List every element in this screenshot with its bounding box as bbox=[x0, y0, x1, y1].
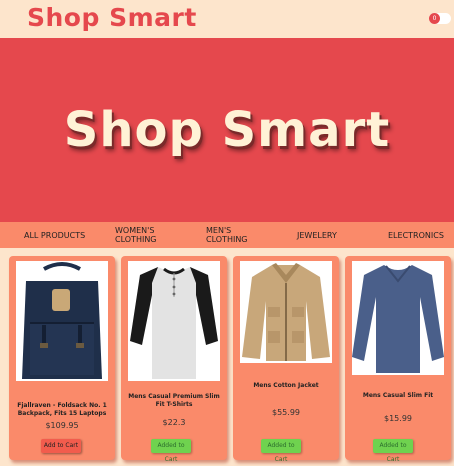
nav-electronics[interactable]: ELECTRONICS bbox=[388, 222, 444, 248]
cart-count-badge: 0 bbox=[429, 13, 440, 24]
product-title[interactable]: Mens Cotton Jacket bbox=[237, 382, 335, 390]
product-title[interactable]: Fjallraven - Foldsack No. 1 Backpack, Fi… bbox=[13, 402, 111, 418]
tshirt-image[interactable] bbox=[352, 261, 444, 375]
product-price: $55.99 bbox=[272, 408, 300, 417]
product-price: $109.95 bbox=[45, 421, 79, 430]
added-to-cart-button[interactable]: Added to Cart bbox=[261, 439, 301, 463]
product-card[interactable]: Fjallraven - Foldsack No. 1 Backpack, Fi… bbox=[9, 256, 115, 460]
nav-jewelery[interactable]: JEWELERY bbox=[297, 222, 337, 248]
raglan-shirt-image[interactable] bbox=[128, 261, 220, 381]
category-nav: ALL PRODUCTS WOMEN'S CLOTHING MEN'S CLOT… bbox=[0, 222, 454, 248]
product-title[interactable]: Mens Casual Premium Slim Fit T-Shirts bbox=[125, 393, 223, 409]
add-to-cart-button[interactable]: Add to Cart bbox=[41, 439, 81, 453]
hero-banner: Shop Smart bbox=[0, 38, 454, 222]
nav-mens-clothing[interactable]: MEN'S CLOTHING bbox=[206, 222, 258, 248]
nav-womens-clothing[interactable]: WOMEN'S CLOTHING bbox=[115, 222, 167, 248]
added-to-cart-button[interactable]: Added to Cart bbox=[151, 439, 191, 463]
hero-title: Shop Smart bbox=[63, 102, 391, 158]
product-card[interactable]: Mens Casual Premium Slim Fit T-Shirts $2… bbox=[121, 256, 227, 463]
added-to-cart-button[interactable]: Added to Cart bbox=[373, 439, 413, 463]
product-price: $15.99 bbox=[384, 414, 412, 423]
nav-all-products[interactable]: ALL PRODUCTS bbox=[24, 222, 85, 248]
brand-logo[interactable]: Shop Smart bbox=[27, 3, 197, 32]
cart-button[interactable]: 0 bbox=[429, 13, 451, 24]
product-card[interactable]: Mens Cotton Jacket $55.99 Added to Cart bbox=[233, 256, 339, 463]
top-bar: Shop Smart 0 bbox=[0, 0, 454, 38]
product-title[interactable]: Mens Casual Slim Fit bbox=[349, 392, 447, 400]
product-card[interactable]: Mens Casual Slim Fit $15.99 Added to Car… bbox=[345, 256, 451, 463]
jacket-image[interactable] bbox=[240, 261, 332, 363]
backpack-image[interactable] bbox=[16, 261, 108, 381]
product-price: $22.3 bbox=[162, 418, 186, 427]
